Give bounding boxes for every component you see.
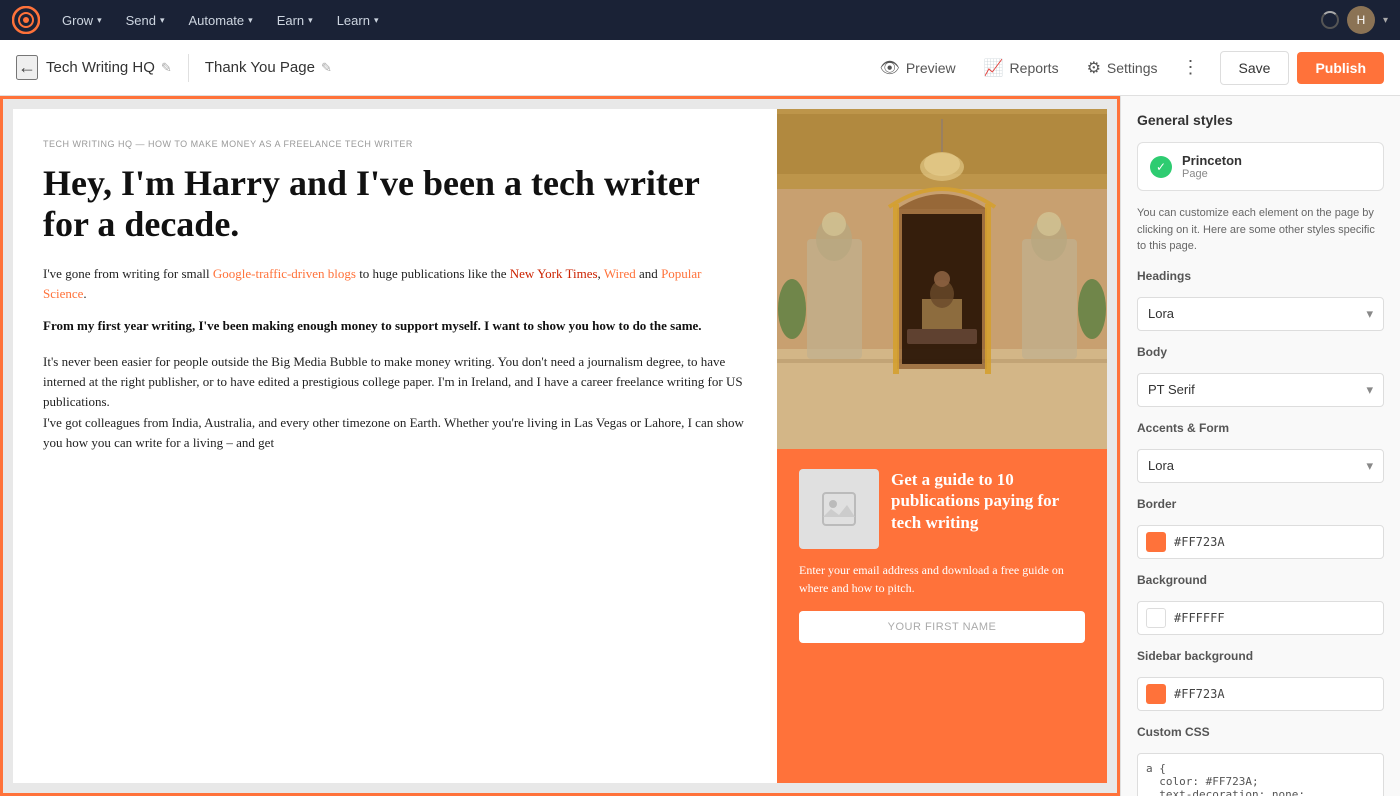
accents-select[interactable]: Lora ▾ xyxy=(1137,449,1384,483)
custom-css-textarea[interactable] xyxy=(1137,753,1384,796)
grow-chevron-icon: ▾ xyxy=(97,15,102,26)
nav-earn[interactable]: Earn ▾ xyxy=(267,9,323,32)
logo-icon xyxy=(12,6,40,34)
nav-spinner xyxy=(1321,11,1339,29)
background-color-hex: #FFFFFF xyxy=(1174,611,1225,625)
cta-image-placeholder xyxy=(799,469,879,549)
background-label: Background xyxy=(1137,573,1384,587)
toolbar-actions: 👁 Preview 📈 Reports ⚙ Settings ⋮ Save Pu… xyxy=(868,51,1384,85)
panel-title: General styles xyxy=(1137,112,1384,128)
border-color-hex: #FF723A xyxy=(1174,535,1225,549)
border-color-row[interactable]: #FF723A xyxy=(1137,525,1384,559)
nav-learn[interactable]: Learn ▾ xyxy=(327,9,389,32)
hero-image xyxy=(777,109,1107,449)
image-placeholder-icon xyxy=(821,491,857,527)
princeton-card[interactable]: ✓ Princeton Page xyxy=(1137,142,1384,191)
right-content: Get a guide to 10 publications paying fo… xyxy=(777,109,1107,783)
toolbar-divider xyxy=(188,54,189,82)
cta-title: Get a guide to 10 publications paying fo… xyxy=(891,469,1085,533)
page-name-edit-icon[interactable]: ✎ xyxy=(321,60,332,76)
sidebar-bg-label: Sidebar background xyxy=(1137,649,1384,663)
page-content: TECH WRITING HQ — HOW TO MAKE MONEY AS A… xyxy=(13,109,1107,783)
body-select[interactable]: PT Serif ▾ xyxy=(1137,373,1384,407)
headings-label: Headings xyxy=(1137,269,1384,283)
headings-chevron-icon: ▾ xyxy=(1366,306,1373,322)
sidebar-bg-color-hex: #FF723A xyxy=(1174,687,1225,701)
send-chevron-icon: ▾ xyxy=(160,15,165,26)
page-container: TECH WRITING HQ — HOW TO MAKE MONEY AS A… xyxy=(13,109,1107,783)
princeton-name: Princeton xyxy=(1182,153,1242,168)
right-panel: General styles ✓ Princeton Page You can … xyxy=(1120,96,1400,796)
logo[interactable] xyxy=(12,6,40,34)
body-bold-paragraph: From my first year writing, I've been ma… xyxy=(43,316,747,336)
link-google-blogs[interactable]: Google-traffic-driven blogs xyxy=(213,266,356,281)
cta-card: Get a guide to 10 publications paying fo… xyxy=(777,449,1107,783)
body-paragraph-2: It's never been easier for people outsid… xyxy=(43,352,747,453)
reports-button[interactable]: 📈 Reports xyxy=(972,52,1071,84)
cta-text: Get a guide to 10 publications paying fo… xyxy=(891,469,1085,549)
preview-button[interactable]: 👁 Preview xyxy=(868,52,968,84)
settings-button[interactable]: ⚙ Settings xyxy=(1075,52,1170,84)
save-button[interactable]: Save xyxy=(1220,51,1290,85)
sidebar-bg-color-row[interactable]: #FF723A xyxy=(1137,677,1384,711)
body-paragraph-1: I've gone from writing for small Google-… xyxy=(43,264,747,304)
account-chevron-icon[interactable]: ▾ xyxy=(1383,15,1388,26)
nav-grow[interactable]: Grow ▾ xyxy=(52,9,112,32)
publish-button[interactable]: Publish xyxy=(1297,52,1384,84)
canvas-area[interactable]: TECH WRITING HQ — HOW TO MAKE MONEY AS A… xyxy=(0,96,1120,796)
avatar[interactable]: H xyxy=(1347,6,1375,34)
breadcrumb: TECH WRITING HQ — HOW TO MAKE MONEY AS A… xyxy=(43,139,747,149)
nav-automate[interactable]: Automate ▾ xyxy=(179,9,263,32)
cta-inner: Get a guide to 10 publications paying fo… xyxy=(799,469,1085,549)
cta-first-name-input[interactable]: YOUR FIRST NAME xyxy=(799,611,1085,643)
body-chevron-icon: ▾ xyxy=(1366,382,1373,398)
nav-send[interactable]: Send ▾ xyxy=(116,9,175,32)
border-label: Border xyxy=(1137,497,1384,511)
body-label: Body xyxy=(1137,345,1384,359)
project-name-edit-icon[interactable]: ✎ xyxy=(161,60,172,76)
temple-scene-svg xyxy=(777,109,1107,449)
headings-select[interactable]: Lora ▾ xyxy=(1137,297,1384,331)
sidebar-bg-color-swatch xyxy=(1146,684,1166,704)
back-button[interactable]: ← xyxy=(16,55,38,80)
princeton-check-icon: ✓ xyxy=(1150,156,1172,178)
settings-icon: ⚙ xyxy=(1087,58,1101,78)
accents-chevron-icon: ▾ xyxy=(1366,458,1373,474)
background-color-row[interactable]: #FFFFFF xyxy=(1137,601,1384,635)
princeton-info: Princeton Page xyxy=(1182,153,1242,180)
background-color-swatch xyxy=(1146,608,1166,628)
border-color-swatch xyxy=(1146,532,1166,552)
custom-css-label: Custom CSS xyxy=(1137,725,1384,739)
accents-label: Accents & Form xyxy=(1137,421,1384,435)
hero-heading[interactable]: Hey, I'm Harry and I've been a tech writ… xyxy=(43,163,747,246)
project-name[interactable]: Tech Writing HQ xyxy=(46,59,155,76)
link-nyt[interactable]: New York Times xyxy=(510,266,598,281)
cta-description: Enter your email address and download a … xyxy=(799,561,1085,597)
toolbar: ← Tech Writing HQ ✎ Thank You Page ✎ 👁 P… xyxy=(0,40,1400,96)
main-layout: TECH WRITING HQ — HOW TO MAKE MONEY AS A… xyxy=(0,96,1400,796)
page-name[interactable]: Thank You Page xyxy=(205,59,315,76)
preview-icon: 👁 xyxy=(880,58,900,78)
princeton-sub: Page xyxy=(1182,168,1242,180)
reports-icon: 📈 xyxy=(984,58,1004,78)
left-content: TECH WRITING HQ — HOW TO MAKE MONEY AS A… xyxy=(13,109,777,783)
earn-chevron-icon: ▾ xyxy=(308,15,313,26)
learn-chevron-icon: ▾ xyxy=(374,15,379,26)
automate-chevron-icon: ▾ xyxy=(248,15,253,26)
more-options-button[interactable]: ⋮ xyxy=(1174,51,1208,84)
link-wired[interactable]: Wired xyxy=(604,266,636,281)
panel-description: You can customize each element on the pa… xyxy=(1137,205,1384,255)
top-navigation: Grow ▾ Send ▾ Automate ▾ Earn ▾ Learn ▾ … xyxy=(0,0,1400,40)
